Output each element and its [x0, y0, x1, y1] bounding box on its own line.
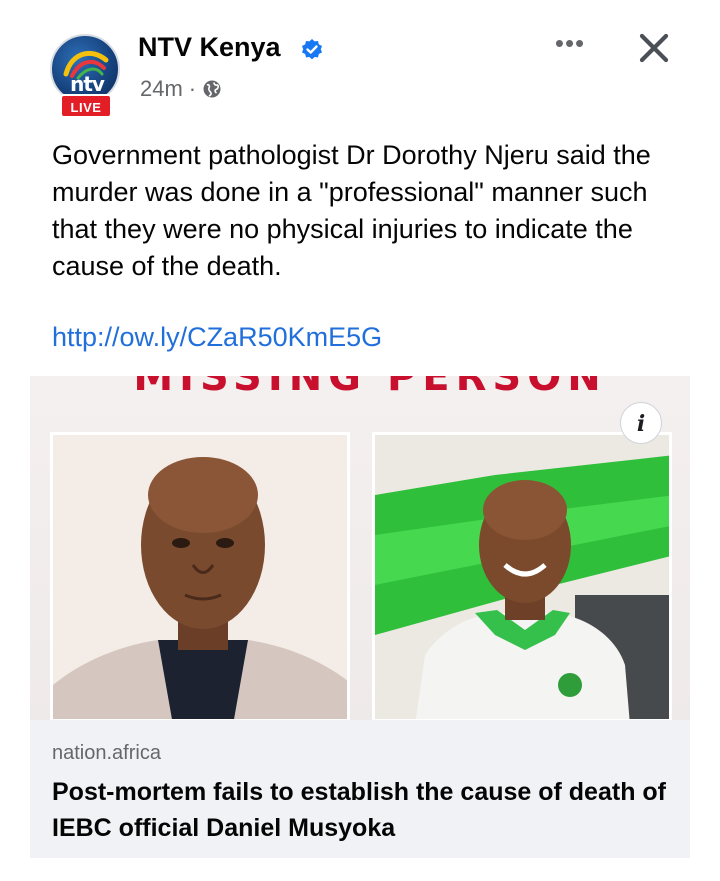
more-options-icon: ••• — [554, 28, 586, 58]
photo-left — [50, 432, 350, 720]
page-avatar[interactable]: ntv LIVE — [50, 34, 120, 118]
photo-right — [372, 432, 672, 720]
verified-badge-icon — [302, 39, 322, 60]
card-footer[interactable]: nation.africa Post-mortem fails to estab… — [30, 720, 690, 858]
close-icon[interactable] — [632, 26, 676, 70]
more-options-button[interactable]: ••• — [548, 30, 592, 60]
page-name[interactable]: NTV Kenya — [138, 32, 281, 63]
banner-text: MISSING PERSON — [133, 376, 607, 400]
post-link[interactable]: http://ow.ly/CZaR50KmE5G — [52, 322, 382, 353]
info-icon: i — [636, 411, 646, 437]
globe-icon — [203, 80, 221, 98]
person-right-image — [375, 435, 669, 719]
post-header: ntv LIVE NTV Kenya 24m · ••• — [0, 0, 720, 120]
live-badge: LIVE — [60, 94, 112, 118]
info-button[interactable]: i — [620, 402, 662, 444]
meta-separator: · — [188, 76, 197, 101]
link-domain: nation.africa — [52, 742, 161, 764]
person-left-image — [53, 435, 347, 719]
card-image[interactable]: MISSING PERSON i — [30, 376, 690, 720]
post-time[interactable]: 24m — [140, 76, 183, 102]
link-preview-card[interactable]: MISSING PERSON i nation.africa Post-mort… — [30, 376, 690, 858]
post-text: Government pathologist Dr Dorothy Njeru … — [52, 140, 651, 281]
avatar-brand-text: ntv — [70, 72, 105, 96]
link-headline[interactable]: Post-mortem fails to establish the cause… — [52, 774, 672, 846]
post-meta: 24m · — [140, 76, 222, 102]
